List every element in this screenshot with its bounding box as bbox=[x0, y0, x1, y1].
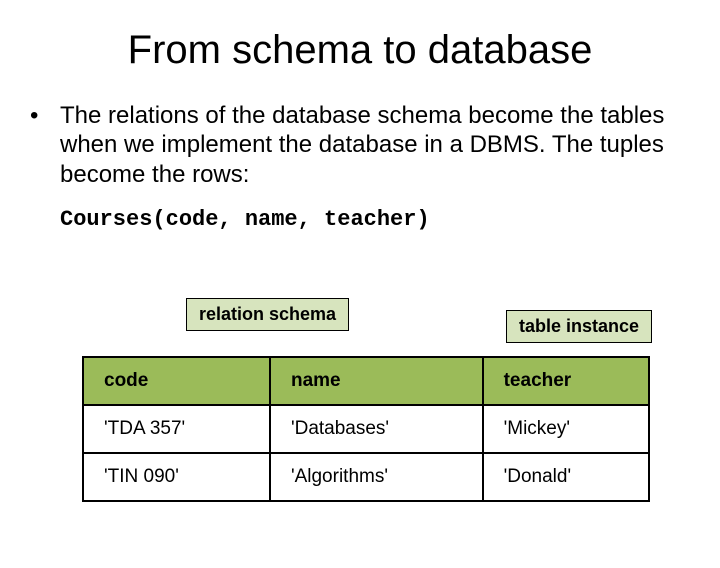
table-row: 'TIN 090' 'Algorithms' 'Donald' bbox=[83, 453, 649, 501]
cell-name: 'Databases' bbox=[270, 405, 483, 453]
body-text: • The relations of the database schema b… bbox=[60, 101, 680, 189]
table-header-row: code name teacher bbox=[83, 357, 649, 405]
bullet-text: The relations of the database schema bec… bbox=[60, 101, 680, 189]
col-header-teacher: teacher bbox=[483, 357, 649, 405]
col-header-code: code bbox=[83, 357, 270, 405]
col-header-name: name bbox=[270, 357, 483, 405]
cell-code: 'TIN 090' bbox=[83, 453, 270, 501]
bullet-item: • The relations of the database schema b… bbox=[60, 101, 680, 189]
table-row: 'TDA 357' 'Databases' 'Mickey' bbox=[83, 405, 649, 453]
page-title: From schema to database bbox=[0, 28, 720, 73]
cell-code: 'TDA 357' bbox=[83, 405, 270, 453]
cell-teacher: 'Donald' bbox=[483, 453, 649, 501]
cell-name: 'Algorithms' bbox=[270, 453, 483, 501]
relation-schema-label: relation schema bbox=[186, 298, 349, 331]
schema-definition: Courses(code, name, teacher) bbox=[60, 207, 720, 232]
courses-table: code name teacher 'TDA 357' 'Databases' … bbox=[82, 356, 650, 502]
cell-teacher: 'Mickey' bbox=[483, 405, 649, 453]
table-instance-label: table instance bbox=[506, 310, 652, 343]
